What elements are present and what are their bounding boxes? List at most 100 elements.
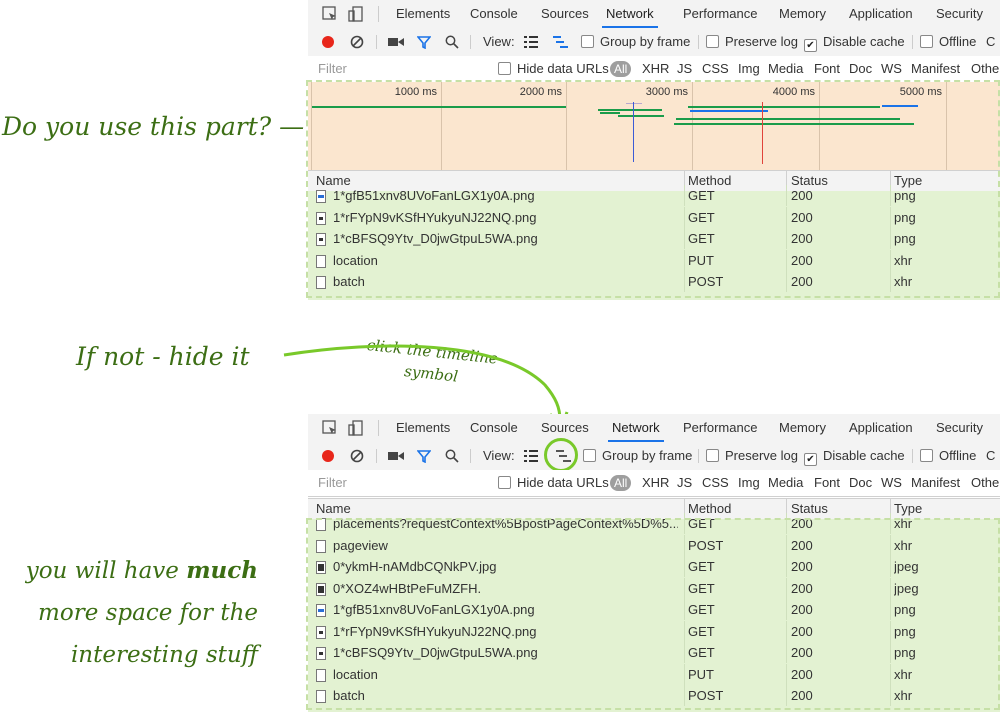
preserve-log-checkbox[interactable]: Preserve log — [706, 28, 798, 56]
filter-xhr[interactable]: XHR — [642, 56, 669, 82]
inspect-icon[interactable] — [322, 420, 338, 436]
device-toolbar-icon[interactable] — [348, 6, 364, 22]
filter-doc[interactable]: Doc — [849, 470, 872, 496]
tab-elements[interactable]: Elements — [396, 414, 450, 442]
clear-icon[interactable] — [350, 449, 364, 463]
record-icon[interactable] — [321, 35, 335, 49]
hide-data-urls-checkbox[interactable]: Hide data URLs — [498, 56, 609, 82]
filter-font[interactable]: Font — [814, 56, 840, 82]
filter-input[interactable]: Filter — [318, 56, 488, 82]
filter-font[interactable]: Font — [814, 470, 840, 496]
file-icon — [316, 690, 326, 703]
filter-all[interactable]: All — [610, 56, 632, 82]
record-icon[interactable] — [321, 449, 335, 463]
filter-img[interactable]: Img — [738, 56, 760, 82]
table-row[interactable]: 1*rFYpN9vKSfHYukyuNJ22NQ.png GET 200 png — [308, 620, 1000, 642]
tab-security[interactable]: Security — [936, 0, 983, 28]
checkbox-icon[interactable] — [498, 62, 511, 75]
device-toolbar-icon[interactable] — [348, 420, 364, 436]
file-icon — [316, 668, 326, 682]
filter-other[interactable]: Othe — [971, 470, 999, 496]
table-row[interactable]: batch POST 200 xhr — [308, 271, 1000, 292]
table-row[interactable]: 1*cBFSQ9Ytv_D0jwGtpuL5WA.png GET 200 png — [308, 642, 1000, 663]
tab-performance[interactable]: Performance — [683, 414, 757, 442]
table-row[interactable]: placements?requestContext%5BpostPageCont… — [308, 513, 1000, 534]
table-row[interactable]: pageview POST 200 xhr — [308, 534, 1000, 556]
table-row[interactable]: location PUT 200 xhr — [308, 249, 1000, 271]
filter-doc[interactable]: Doc — [849, 56, 872, 82]
tab-network[interactable]: Network — [608, 414, 664, 442]
filter-ws[interactable]: WS — [881, 470, 902, 496]
throttling-select[interactable]: C — [986, 28, 995, 56]
disable-cache-checkbox[interactable]: ✔ Disable cache — [804, 442, 905, 470]
large-rows-icon[interactable] — [524, 450, 538, 462]
checkbox-icon[interactable] — [581, 35, 594, 48]
checkbox-icon[interactable] — [583, 449, 596, 462]
filter-xhr[interactable]: XHR — [642, 470, 669, 496]
filter-bar: Filter Hide data URLs All XHR JS CSS Img… — [308, 470, 1000, 497]
filter-input[interactable]: Filter — [318, 470, 488, 496]
timeline-tick-label: 2000 ms — [519, 86, 562, 98]
checkbox-icon[interactable] — [498, 476, 511, 489]
table-row[interactable]: 1*gfB51xnv8UVoFanLGX1y0A.png GET 200 png — [308, 599, 1000, 620]
search-icon[interactable] — [445, 449, 459, 463]
tab-performance[interactable]: Performance — [683, 0, 757, 28]
filter-other[interactable]: Othe — [971, 56, 999, 82]
column-separator — [890, 577, 891, 599]
tab-security[interactable]: Security — [936, 414, 983, 442]
filter-img[interactable]: Img — [738, 470, 760, 496]
filter-js[interactable]: JS — [677, 56, 692, 82]
offline-checkbox[interactable]: Offline — [920, 28, 976, 56]
column-separator — [684, 249, 685, 271]
tab-sources[interactable]: Sources — [541, 0, 589, 28]
filter-all[interactable]: All — [610, 470, 632, 496]
screenshot-icon[interactable] — [388, 450, 404, 462]
tab-memory[interactable]: Memory — [779, 414, 826, 442]
filter-css[interactable]: CSS — [702, 56, 729, 82]
table-row[interactable]: batch POST 200 xhr — [308, 685, 1000, 706]
tab-network[interactable]: Network — [602, 0, 658, 28]
tab-application[interactable]: Application — [849, 414, 913, 442]
waterfall-bar — [710, 118, 900, 120]
checkbox-checked-icon[interactable]: ✔ — [804, 453, 817, 466]
checkbox-icon[interactable] — [706, 35, 719, 48]
tab-elements[interactable]: Elements — [396, 0, 450, 28]
tab-memory[interactable]: Memory — [779, 0, 826, 28]
filter-manifest[interactable]: Manifest — [911, 56, 960, 82]
file-icon — [316, 561, 326, 574]
disable-cache-checkbox[interactable]: ✔ Disable cache — [804, 28, 905, 56]
group-by-frame-checkbox[interactable]: Group by frame — [583, 442, 692, 470]
hide-data-urls-checkbox[interactable]: Hide data URLs — [498, 470, 609, 496]
offline-checkbox[interactable]: Offline — [920, 442, 976, 470]
checkbox-icon[interactable] — [706, 449, 719, 462]
table-row[interactable]: 1*cBFSQ9Ytv_D0jwGtpuL5WA.png GET 200 png — [308, 228, 1000, 249]
table-row[interactable]: location PUT 200 xhr — [308, 663, 1000, 685]
filter-manifest[interactable]: Manifest — [911, 470, 960, 496]
tab-console[interactable]: Console — [470, 0, 518, 28]
table-row[interactable]: 1*rFYpN9vKSfHYukyuNJ22NQ.png GET 200 png — [308, 206, 1000, 228]
filter-ws[interactable]: WS — [881, 56, 902, 82]
filter-icon[interactable] — [417, 35, 431, 49]
filter-media[interactable]: Media — [768, 470, 803, 496]
waterfall-overview-icon[interactable] — [553, 36, 568, 48]
throttling-select[interactable]: C — [986, 442, 995, 470]
filter-media[interactable]: Media — [768, 56, 803, 82]
preserve-log-checkbox[interactable]: Preserve log — [706, 442, 798, 470]
clear-icon[interactable] — [350, 35, 364, 49]
search-icon[interactable] — [445, 35, 459, 49]
tab-application[interactable]: Application — [849, 0, 913, 28]
filter-icon[interactable] — [417, 449, 431, 463]
table-row[interactable]: 1*gfB51xnv8UVoFanLGX1y0A.png GET 200 png — [308, 185, 1000, 206]
tab-console[interactable]: Console — [470, 414, 518, 442]
table-row[interactable]: 0*XOZ4wHBtPeFuMZFH. GET 200 jpeg — [308, 577, 1000, 599]
table-row[interactable]: 0*ykmH-nAMdbCQNkPV.jpg GET 200 jpeg — [308, 556, 1000, 577]
checkbox-icon[interactable] — [920, 449, 933, 462]
group-by-frame-checkbox[interactable]: Group by frame — [581, 28, 690, 56]
filter-js[interactable]: JS — [677, 470, 692, 496]
filter-css[interactable]: CSS — [702, 470, 729, 496]
inspect-icon[interactable] — [322, 6, 338, 22]
checkbox-checked-icon[interactable]: ✔ — [804, 39, 817, 52]
checkbox-icon[interactable] — [920, 35, 933, 48]
large-rows-icon[interactable] — [524, 36, 538, 48]
screenshot-icon[interactable] — [388, 36, 404, 48]
